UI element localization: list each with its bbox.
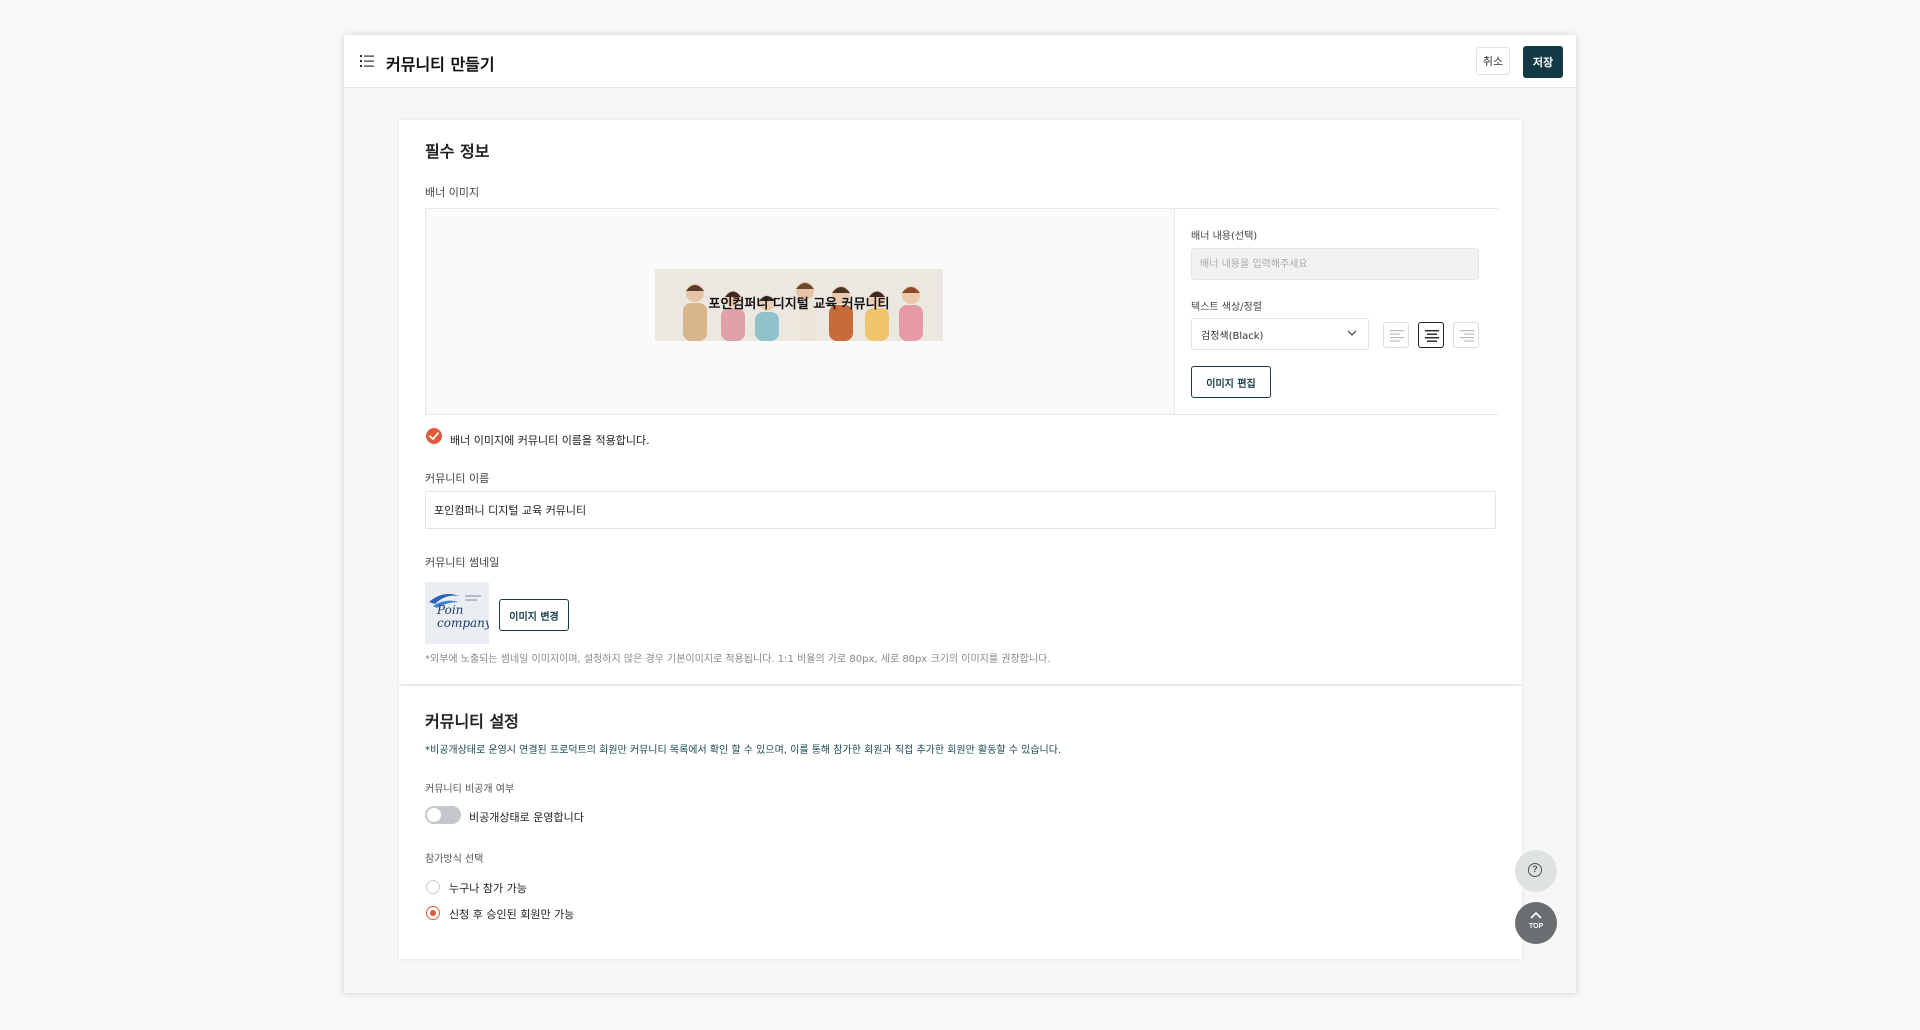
banner-content-label: 배너 내용(선택) — [1191, 231, 1258, 242]
chevron-up-icon — [1530, 911, 1542, 919]
required-info-card: 필수 정보 배너 이미지 포인컴퍼니 디지털 교육 커뮤니티 배너 내용(선택)… — [399, 120, 1522, 684]
community-thumbnail: Poin company — [425, 582, 489, 644]
toggle-knob — [427, 808, 441, 822]
align-right-button[interactable] — [1453, 322, 1479, 348]
check-circle-icon[interactable] — [426, 428, 442, 444]
required-info-title: 필수 정보 — [425, 142, 490, 161]
menu-list-icon[interactable] — [360, 55, 374, 67]
radio-anyone-label[interactable]: 누구나 참가 가능 — [449, 880, 527, 896]
cancel-button[interactable]: 취소 — [1476, 47, 1510, 75]
banner-editor: 포인컴퍼니 디지털 교육 커뮤니티 배너 내용(선택) 텍스트 색상/정렬 검정… — [425, 208, 1498, 415]
text-color-select[interactable]: 검정색(Black) — [1191, 318, 1369, 350]
banner-content-input[interactable] — [1191, 248, 1479, 280]
page-title: 커뮤니티 만들기 — [386, 55, 495, 74]
radio-approval-dot — [429, 909, 436, 916]
settings-title: 커뮤니티 설정 — [425, 712, 519, 731]
banner-preview: 포인컴퍼니 디지털 교육 커뮤니티 — [426, 209, 1174, 414]
align-center-button[interactable] — [1418, 322, 1444, 348]
thumbnail-logo-text: Poin company — [437, 603, 489, 630]
community-settings-card: 커뮤니티 설정 *비공개상태로 운영시 연결된 프로덕트의 회원만 커뮤니티 목… — [399, 686, 1522, 959]
banner-title-text: 포인컴퍼니 디지털 교육 커뮤니티 — [708, 297, 890, 312]
private-setting-label: 커뮤니티 비공개 여부 — [425, 784, 515, 795]
private-toggle-label[interactable]: 비공개상태로 운영합니다 — [469, 809, 584, 825]
create-community-modal: 커뮤니티 만들기 취소 저장 필수 정보 배너 이미지 포인컴퍼니 디지털 교육… — [344, 35, 1576, 993]
private-notice-text: *비공개상태로 운영시 연결된 프로덕트의 회원만 커뮤니티 목록에서 확인 할… — [425, 745, 1062, 756]
align-left-icon — [1390, 330, 1404, 342]
text-color-align-label: 텍스트 색상/정렬 — [1191, 302, 1262, 313]
private-toggle[interactable] — [425, 806, 461, 824]
banner-image-label: 배너 이미지 — [425, 186, 480, 199]
apply-name-label[interactable]: 배너 이미지에 커뮤니티 이름을 적용합니다. — [450, 432, 650, 448]
scroll-top-label: TOP — [1528, 923, 1544, 930]
question-icon: ? — [1528, 863, 1542, 877]
community-name-input[interactable] — [425, 491, 1496, 529]
community-thumbnail-label: 커뮤니티 썸네일 — [425, 556, 500, 569]
modal-header: 커뮤니티 만들기 취소 저장 — [344, 35, 1576, 88]
scroll-top-button[interactable]: TOP — [1515, 902, 1557, 944]
align-left-button[interactable] — [1383, 322, 1409, 348]
join-method-label: 참가방식 선택 — [425, 854, 484, 865]
banner-image[interactable]: 포인컴퍼니 디지털 교육 커뮤니티 — [655, 269, 943, 341]
radio-approval-label[interactable]: 신청 후 승인된 회원만 가능 — [449, 906, 574, 922]
modal-body: 필수 정보 배너 이미지 포인컴퍼니 디지털 교육 커뮤니티 배너 내용(선택)… — [344, 88, 1576, 993]
help-button[interactable]: ? — [1515, 850, 1557, 892]
align-right-icon — [1460, 330, 1474, 342]
radio-approval[interactable] — [426, 906, 440, 920]
banner-options-panel: 배너 내용(선택) 텍스트 색상/정렬 검정색(Black) — [1174, 209, 1498, 414]
radio-anyone[interactable] — [426, 880, 440, 894]
text-color-value: 검정색(Black) — [1201, 331, 1264, 342]
align-center-icon — [1425, 330, 1439, 342]
thumbnail-helper-text: *외부에 노출되는 썸네일 이미지이며, 설정하지 않은 경우 기본이미지로 적… — [425, 654, 1051, 665]
edit-image-button[interactable]: 이미지 편집 — [1191, 366, 1271, 398]
save-button[interactable]: 저장 — [1523, 46, 1563, 78]
chevron-down-icon — [1347, 330, 1357, 336]
community-name-label: 커뮤니티 이름 — [425, 472, 490, 485]
change-image-button[interactable]: 이미지 변경 — [499, 599, 569, 631]
